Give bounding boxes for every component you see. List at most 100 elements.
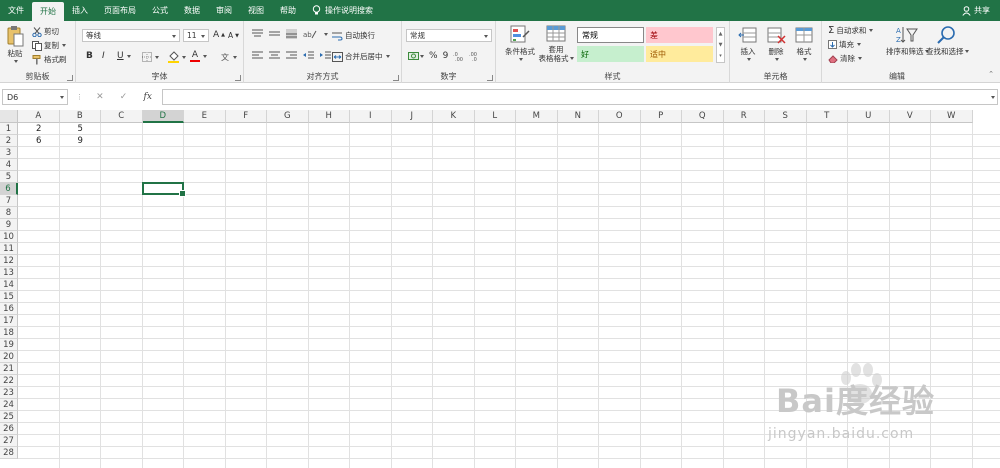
row-header-4[interactable]: 4 (0, 159, 18, 171)
font-size-select[interactable]: 11 (183, 29, 209, 42)
copy-button[interactable]: 复制 (32, 40, 66, 51)
cell-a2[interactable]: 6 (18, 135, 60, 147)
align-bottom-icon[interactable] (286, 29, 297, 39)
comma-style-button[interactable]: 9 (443, 51, 449, 61)
format-cells-button[interactable]: 格式 (794, 25, 814, 61)
column-header-b[interactable]: B (59, 110, 101, 123)
column-header-c[interactable]: C (101, 110, 143, 123)
insert-cells-button[interactable]: 插入 (738, 25, 758, 61)
row-header-21[interactable]: 21 (0, 363, 18, 375)
select-all-button[interactable] (0, 110, 18, 123)
expand-formula-bar-icon[interactable] (991, 96, 995, 99)
format-as-table-button[interactable]: 套用 表格格式 (536, 25, 576, 63)
row-header-16[interactable]: 16 (0, 303, 18, 315)
row-header-22[interactable]: 22 (0, 375, 18, 387)
style-good[interactable]: 好 (577, 46, 644, 62)
row-header-2[interactable]: 2 (0, 135, 18, 147)
merge-center-button[interactable]: 合并后居中 (332, 51, 390, 62)
row-header-18[interactable]: 18 (0, 327, 18, 339)
fill-button[interactable]: 填充 (828, 39, 861, 50)
column-header-r[interactable]: R (723, 110, 765, 123)
tab-view[interactable]: 视图 (240, 0, 272, 21)
row-header-9[interactable]: 9 (0, 219, 18, 231)
row-header-10[interactable]: 10 (0, 231, 18, 243)
tab-data[interactable]: 数据 (176, 0, 208, 21)
row-header-27[interactable]: 27 (0, 435, 18, 447)
column-header-t[interactable]: T (806, 110, 848, 123)
decrease-indent-icon[interactable] (303, 51, 314, 61)
column-header-q[interactable]: Q (682, 110, 724, 123)
row-header-12[interactable]: 12 (0, 255, 18, 267)
column-header-m[interactable]: M (516, 110, 558, 123)
row-header-11[interactable]: 11 (0, 243, 18, 255)
grow-font-button[interactable]: A ▲ (213, 30, 225, 40)
name-box[interactable]: D6 (2, 89, 68, 105)
wrap-text-button[interactable]: 自动换行 (332, 30, 375, 41)
decrease-decimal-icon[interactable]: .00.0 (469, 51, 480, 61)
column-header-e[interactable]: E (184, 110, 226, 123)
column-header-v[interactable]: V (889, 110, 931, 123)
row-header-17[interactable]: 17 (0, 315, 18, 327)
column-header-i[interactable]: I (350, 110, 392, 123)
cut-button[interactable]: 剪切 (32, 26, 59, 37)
align-right-icon[interactable] (286, 51, 297, 61)
font-color-button[interactable]: A (190, 51, 207, 62)
borders-button[interactable] (142, 52, 159, 62)
bold-button[interactable]: B (86, 51, 93, 61)
style-bad[interactable]: 差 (646, 27, 713, 43)
clipboard-launcher-icon[interactable] (67, 75, 73, 81)
accounting-format-button[interactable] (408, 51, 424, 61)
formula-bar-grip[interactable]: ⋮ (76, 93, 83, 101)
alignment-launcher-icon[interactable] (393, 75, 399, 81)
column-header-o[interactable]: O (599, 110, 641, 123)
cell-a1[interactable]: 2 (18, 123, 60, 135)
cell-b2[interactable]: 9 (60, 135, 102, 147)
column-header-k[interactable]: K (433, 110, 475, 123)
style-neutral[interactable]: 适中 (646, 46, 713, 62)
row-header-7[interactable]: 7 (0, 195, 18, 207)
column-header-w[interactable]: W (931, 110, 973, 123)
column-header-h[interactable]: H (308, 110, 350, 123)
row-header-3[interactable]: 3 (0, 147, 18, 159)
column-header-f[interactable]: F (225, 110, 267, 123)
percent-button[interactable]: % (429, 51, 438, 61)
conditional-formatting-button[interactable]: 条件格式 (502, 25, 538, 61)
formula-input[interactable] (162, 89, 998, 105)
column-header-p[interactable]: P (640, 110, 682, 123)
shrink-font-button[interactable]: A ▼ (228, 31, 239, 40)
align-middle-icon[interactable] (269, 29, 280, 39)
collapse-ribbon-icon[interactable]: ⌃ (988, 70, 994, 78)
column-header-a[interactable]: A (18, 110, 60, 123)
underline-button[interactable]: U (117, 51, 131, 61)
cell-b1[interactable]: 5 (60, 123, 102, 135)
number-format-select[interactable]: 常规 (406, 29, 492, 42)
row-header-20[interactable]: 20 (0, 351, 18, 363)
insert-function-button[interactable]: fx (143, 92, 151, 102)
row-header-8[interactable]: 8 (0, 207, 18, 219)
fill-color-button[interactable] (168, 51, 186, 63)
tab-page-layout[interactable]: 页面布局 (96, 0, 144, 21)
align-top-icon[interactable] (252, 29, 263, 39)
increase-indent-icon[interactable] (320, 51, 331, 61)
find-select-button[interactable]: 查找和选择 (926, 25, 969, 57)
column-header-g[interactable]: G (267, 110, 309, 123)
tab-file[interactable]: 文件 (0, 0, 32, 21)
row-header-24[interactable]: 24 (0, 399, 18, 411)
row-header-15[interactable]: 15 (0, 291, 18, 303)
column-header-j[interactable]: J (391, 110, 433, 123)
style-normal[interactable]: 常规 (577, 27, 644, 43)
tab-formulas[interactable]: 公式 (144, 0, 176, 21)
increase-decimal-icon[interactable]: .0.00 (453, 51, 464, 61)
styles-gallery-scroller[interactable]: ▲ ▼ ▾ (716, 27, 725, 63)
autosum-button[interactable]: Σ 自动求和 (828, 25, 874, 36)
scroll-up-icon[interactable]: ▲ (719, 31, 723, 37)
delete-cells-button[interactable]: 删除 (766, 25, 786, 61)
share-button[interactable]: 共享 (962, 0, 1000, 21)
align-left-icon[interactable] (252, 51, 263, 61)
row-header-23[interactable]: 23 (0, 387, 18, 399)
row-header-13[interactable]: 13 (0, 267, 18, 279)
row-header-14[interactable]: 14 (0, 279, 18, 291)
column-header-l[interactable]: L (474, 110, 516, 123)
align-center-icon[interactable] (269, 51, 280, 61)
row-header-25[interactable]: 25 (0, 411, 18, 423)
